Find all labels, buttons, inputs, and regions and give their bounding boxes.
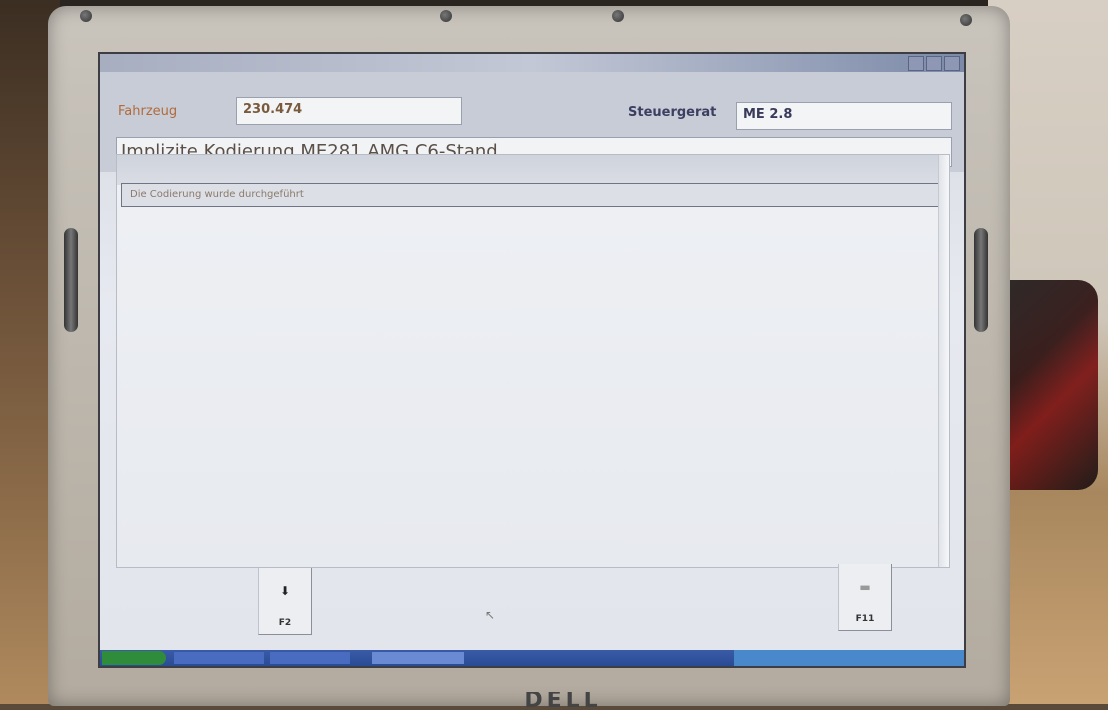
hinge-right [974, 228, 988, 332]
hinge-left [64, 228, 78, 332]
ecu-field: ME 2.8 [736, 102, 952, 130]
taskbar-item[interactable] [372, 652, 464, 664]
screw-icon [612, 10, 624, 22]
brand-logo: DELL [524, 692, 602, 710]
screw-icon [80, 10, 92, 22]
arrow-down-icon: ⬇ [279, 584, 291, 598]
printer-icon: ▬ [859, 580, 871, 594]
vehicle-label: Fahrzeug [118, 104, 178, 119]
content-header-strip [117, 155, 949, 185]
ecu-label: Steuergerat [628, 105, 717, 120]
window-titlebar [100, 54, 964, 72]
system-tray [734, 650, 964, 666]
vehicle-field: 230.474 [236, 97, 462, 125]
close-button[interactable] [944, 56, 960, 71]
minimize-button[interactable] [908, 56, 924, 71]
taskbar-item[interactable] [174, 652, 264, 664]
taskbar-item[interactable] [270, 652, 350, 664]
maximize-button[interactable] [926, 56, 942, 71]
screw-icon [440, 10, 452, 22]
f11-button[interactable]: ▬ F11 [838, 564, 892, 631]
window-controls [908, 56, 960, 71]
mouse-cursor-icon: ↖ [485, 608, 496, 622]
screen: Fahrzeug 230.474 Steuergerat ME 2.8 Impl… [98, 52, 966, 668]
f2-button[interactable]: ⬇ F2 [258, 568, 312, 635]
content-panel: Die Codierung wurde durchgeführt [116, 154, 950, 568]
f2-label: F2 [278, 618, 292, 628]
vertical-scrollbar[interactable] [938, 155, 949, 567]
status-message: Die Codierung wurde durchgeführt [121, 183, 941, 207]
screw-icon [960, 14, 972, 26]
start-button[interactable] [102, 651, 166, 665]
taskbar [100, 650, 964, 666]
f11-label: F11 [855, 614, 875, 624]
